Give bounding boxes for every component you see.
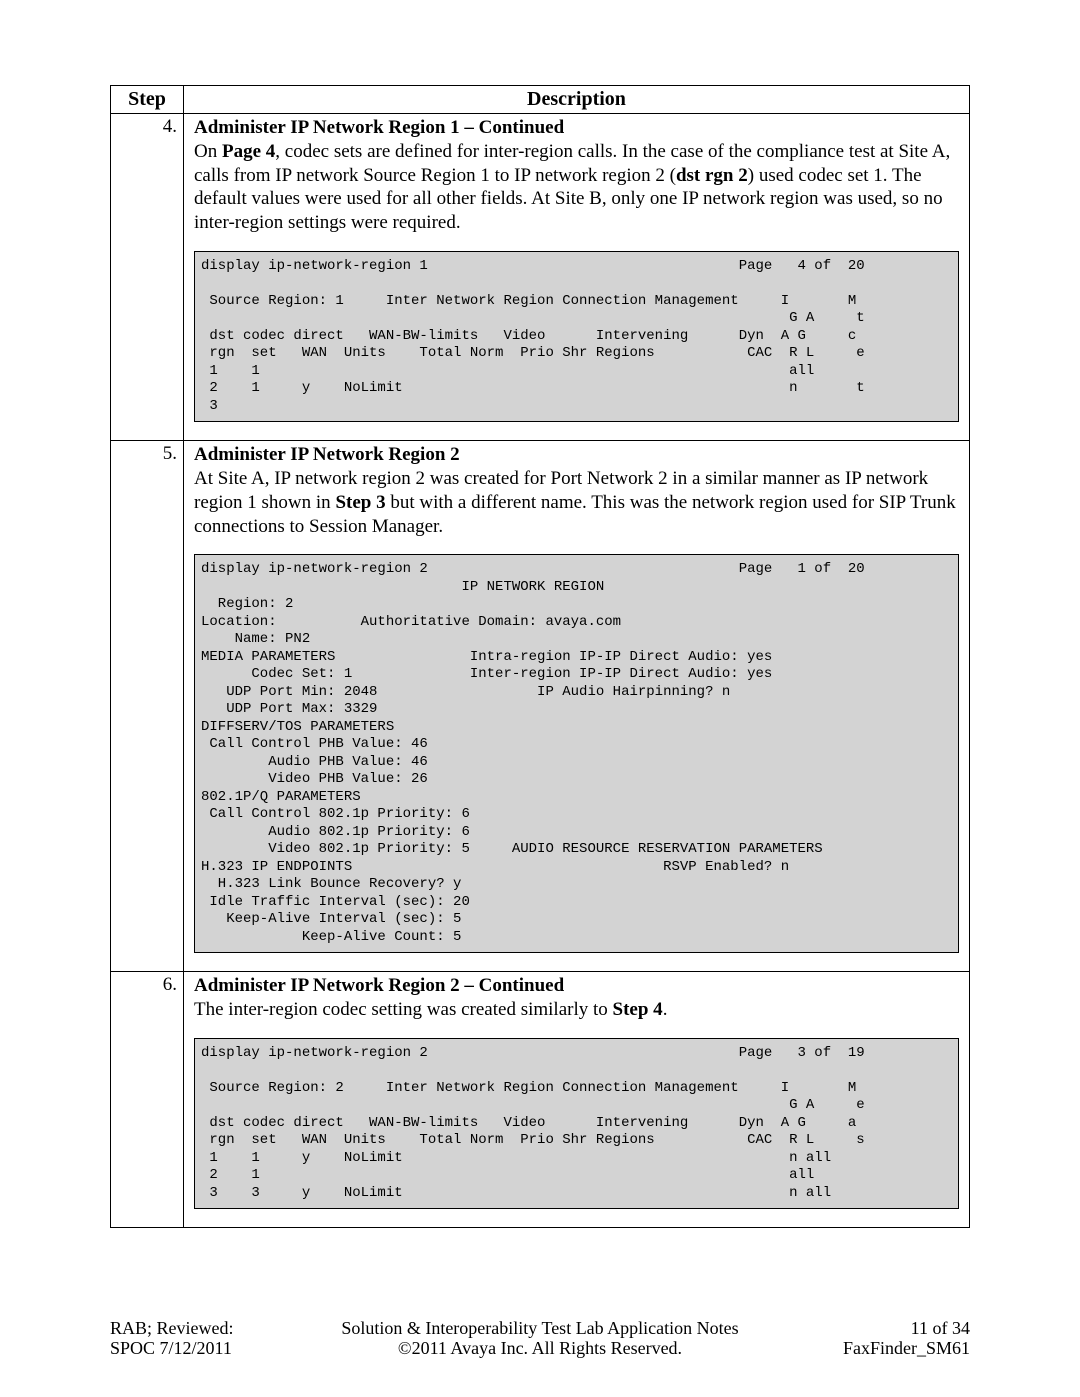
- footer-left: RAB; Reviewed: SPOC 7/12/2011: [110, 1318, 310, 1359]
- para-on: On: [194, 141, 222, 162]
- table-row: 5. Administer IP Network Region 2 At Sit…: [111, 441, 970, 972]
- footer-right: 11 of 34 FaxFinder_SM61: [770, 1318, 970, 1359]
- footer: RAB; Reviewed: SPOC 7/12/2011 Solution &…: [110, 1318, 970, 1359]
- description-cell: Administer IP Network Region 2 – Continu…: [184, 972, 970, 1228]
- table-row: 6. Administer IP Network Region 2 – Cont…: [111, 972, 970, 1228]
- para-pre: The inter-region codec setting was creat…: [194, 999, 613, 1020]
- footer-center-line2: ©2011 Avaya Inc. All Rights Reserved.: [398, 1338, 682, 1358]
- table-row: 4. Administer IP Network Region 1 – Cont…: [111, 114, 970, 441]
- page: Step Description 4. Administer IP Networ…: [0, 0, 1080, 1397]
- para-post: .: [663, 999, 668, 1020]
- description-text: Administer IP Network Region 2 At Site A…: [194, 443, 959, 538]
- footer-center-line1: Solution & Interoperability Test Lab App…: [341, 1318, 738, 1338]
- code-block: display ip-network-region 2 Page 3 of 19…: [194, 1038, 959, 1210]
- footer-left-line1: RAB; Reviewed:: [110, 1318, 234, 1338]
- header-description: Description: [184, 86, 970, 114]
- para-dstrgn: dst rgn 2: [676, 165, 748, 186]
- table-header-row: Step Description: [111, 86, 970, 114]
- step-number: 5.: [111, 441, 184, 972]
- steps-table: Step Description 4. Administer IP Networ…: [110, 85, 970, 1228]
- description-cell: Administer IP Network Region 2 At Site A…: [184, 441, 970, 972]
- para-step4: Step 4: [613, 999, 663, 1020]
- para-page4: Page 4: [222, 141, 275, 162]
- code-block: display ip-network-region 2 Page 1 of 20…: [194, 554, 959, 953]
- footer-left-line2: SPOC 7/12/2011: [110, 1338, 232, 1358]
- header-step: Step: [111, 86, 184, 114]
- row-title: Administer IP Network Region 2: [194, 444, 460, 465]
- footer-right-line1: 11 of 34: [911, 1318, 970, 1338]
- description-text: Administer IP Network Region 1 – Continu…: [194, 116, 959, 235]
- step-number: 6.: [111, 972, 184, 1228]
- footer-right-line2: FaxFinder_SM61: [843, 1338, 970, 1358]
- row-title: Administer IP Network Region 2 – Continu…: [194, 975, 564, 996]
- footer-center: Solution & Interoperability Test Lab App…: [310, 1318, 770, 1359]
- step-number: 4.: [111, 114, 184, 441]
- para-step3: Step 3: [335, 492, 385, 513]
- row-title: Administer IP Network Region 1 – Continu…: [194, 117, 564, 138]
- description-text: Administer IP Network Region 2 – Continu…: [194, 974, 959, 1022]
- description-cell: Administer IP Network Region 1 – Continu…: [184, 114, 970, 441]
- code-block: display ip-network-region 1 Page 4 of 20…: [194, 251, 959, 423]
